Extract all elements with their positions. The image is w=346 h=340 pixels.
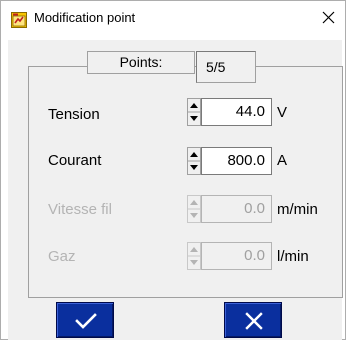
courant-spinner[interactable] xyxy=(187,147,201,175)
gaz-input: 0.0 xyxy=(201,242,272,270)
window-close-button[interactable] xyxy=(317,1,345,34)
vitesse-fil-input: 0.0 xyxy=(201,195,272,223)
title-bar[interactable]: Modification point xyxy=(1,1,345,34)
dialog-window: Modification point Points: 5/5 Tension 4… xyxy=(0,0,346,340)
vitesse-fil-spinner xyxy=(187,195,201,223)
tension-spinner[interactable] xyxy=(187,98,201,126)
gaz-spinner xyxy=(187,242,201,270)
courant-input[interactable]: 800.0 xyxy=(201,147,272,175)
window-title: Modification point xyxy=(34,10,136,25)
vitesse-fil-unit: m/min xyxy=(277,201,318,218)
tension-input[interactable]: 44.0 xyxy=(201,98,272,126)
courant-label: Courant xyxy=(48,152,102,169)
tension-label: Tension xyxy=(48,106,100,123)
tension-unit: V xyxy=(277,104,288,121)
points-counter: 5/5 xyxy=(196,51,256,83)
dialog-body: Points: 5/5 Tension 44.0 V Courant 800.0 xyxy=(8,40,343,340)
gaz-label: Gaz xyxy=(48,248,76,265)
close-icon xyxy=(245,312,263,330)
checkmark-icon xyxy=(75,313,97,329)
points-label: Points: xyxy=(87,51,195,74)
vitesse-fil-label: Vitesse fil xyxy=(48,201,112,218)
window-close-icon xyxy=(322,11,335,24)
courant-unit: A xyxy=(277,152,288,169)
cancel-button[interactable] xyxy=(224,302,282,338)
app-icon xyxy=(11,12,27,28)
confirm-button[interactable] xyxy=(56,302,114,338)
gaz-unit: l/min xyxy=(277,248,309,265)
